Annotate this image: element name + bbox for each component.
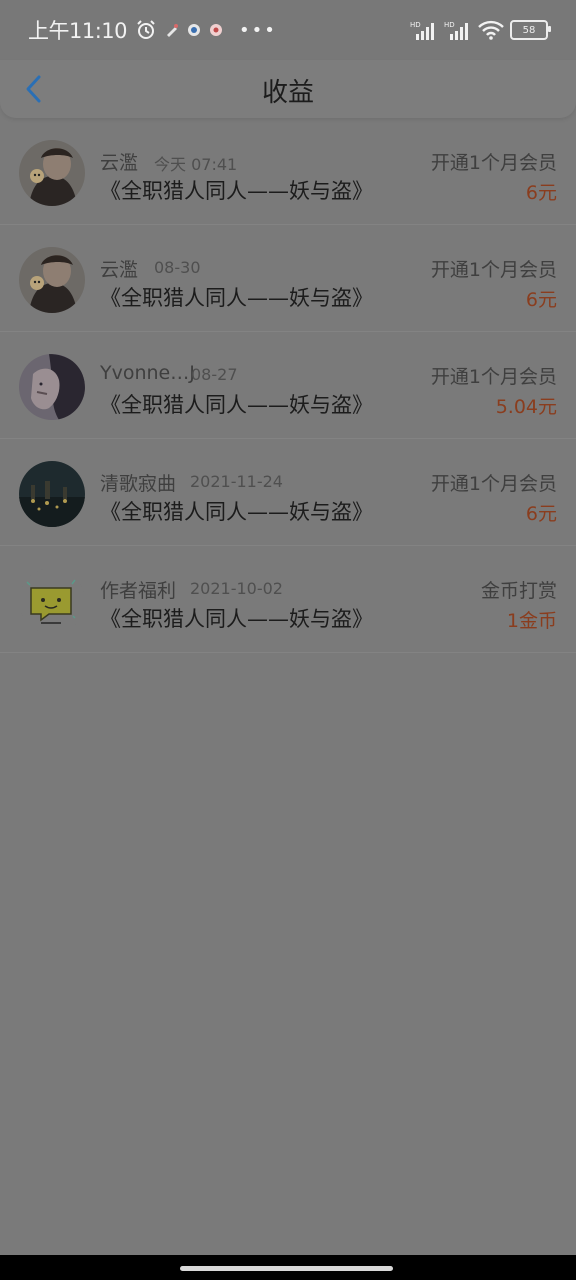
avatar [19,568,85,634]
record-date: 今天 07:41 [154,155,238,174]
svg-text:HD: HD [410,21,421,29]
book-title: 《全职猎人同人——妖与盗》 [100,286,373,310]
svg-text:HD: HD [444,21,455,29]
avatar [19,354,85,420]
home-indicator[interactable] [180,1266,393,1271]
avatar [19,461,85,527]
user-name: 云濫 [100,259,139,281]
book-title: 《全职猎人同人——妖与盗》 [100,179,373,203]
record-date: 2021-11-24 [190,472,283,491]
earning-type: 开通1个月会员 [430,366,557,388]
record-date: 08-27 [191,365,238,384]
earning-amount: 6元 [525,503,557,525]
user-name: 清歌寂曲 [100,473,177,495]
list-item[interactable]: 云濫 今天 07:41 《全职猎人同人——妖与盗》 开通1个月会员 6元 [0,118,576,225]
avatar [19,140,85,206]
book-title: 《全职猎人同人——妖与盗》 [100,607,373,631]
record-date: 08-30 [154,258,201,277]
record-date: 2021-10-02 [190,579,283,598]
wifi-icon [478,20,504,40]
avatar [19,247,85,313]
status-time: 上午11:10 [28,19,128,43]
signal-hd-icon-2: HD [444,20,472,40]
notification-app-icon [187,23,201,37]
battery-level: 58 [522,24,536,36]
divider [0,652,576,653]
alarm-icon [135,19,157,41]
list-item[interactable]: 云濫 08-30 《全职猎人同人——妖与盗》 开通1个月会员 6元 [0,225,576,332]
earning-amount: 1金币 [506,610,557,632]
notification-message-icon [209,23,223,37]
earning-amount: 6元 [525,182,557,204]
user-name: 作者福利 [100,580,177,602]
more-notifications-icon: ••• [239,19,277,41]
page-title: 收益 [261,78,314,108]
earning-amount: 5.04元 [495,396,557,418]
notification-pen-icon [165,23,179,37]
list-item[interactable]: 作者福利 2021-10-02 《全职猎人同人——妖与盗》 金币打赏 1金币 [0,546,576,653]
book-title: 《全职猎人同人——妖与盗》 [100,393,373,417]
signal-hd-icon: HD [410,20,438,40]
user-name: 云濫 [100,152,139,174]
user-name: Yvonne…J [100,362,195,384]
earning-type: 开通1个月会员 [430,152,557,174]
earning-type: 开通1个月会员 [430,259,557,281]
list-item[interactable]: 清歌寂曲 2021-11-24 《全职猎人同人——妖与盗》 开通1个月会员 6元 [0,439,576,546]
earning-type: 金币打赏 [480,580,557,602]
earning-amount: 6元 [525,289,557,311]
battery-icon: 58 [510,20,551,40]
book-title: 《全职猎人同人——妖与盗》 [100,500,373,524]
earnings-list: 云濫 今天 07:41 《全职猎人同人——妖与盗》 开通1个月会员 6元 云濫 … [0,118,576,653]
list-item[interactable]: Yvonne…J 08-27 《全职猎人同人——妖与盗》 开通1个月会员 5.0… [0,332,576,439]
earning-type: 开通1个月会员 [430,473,557,495]
top-bar: 收益 [0,60,576,118]
status-bar: 上午11:10 ••• HD HD 58 [0,0,576,60]
